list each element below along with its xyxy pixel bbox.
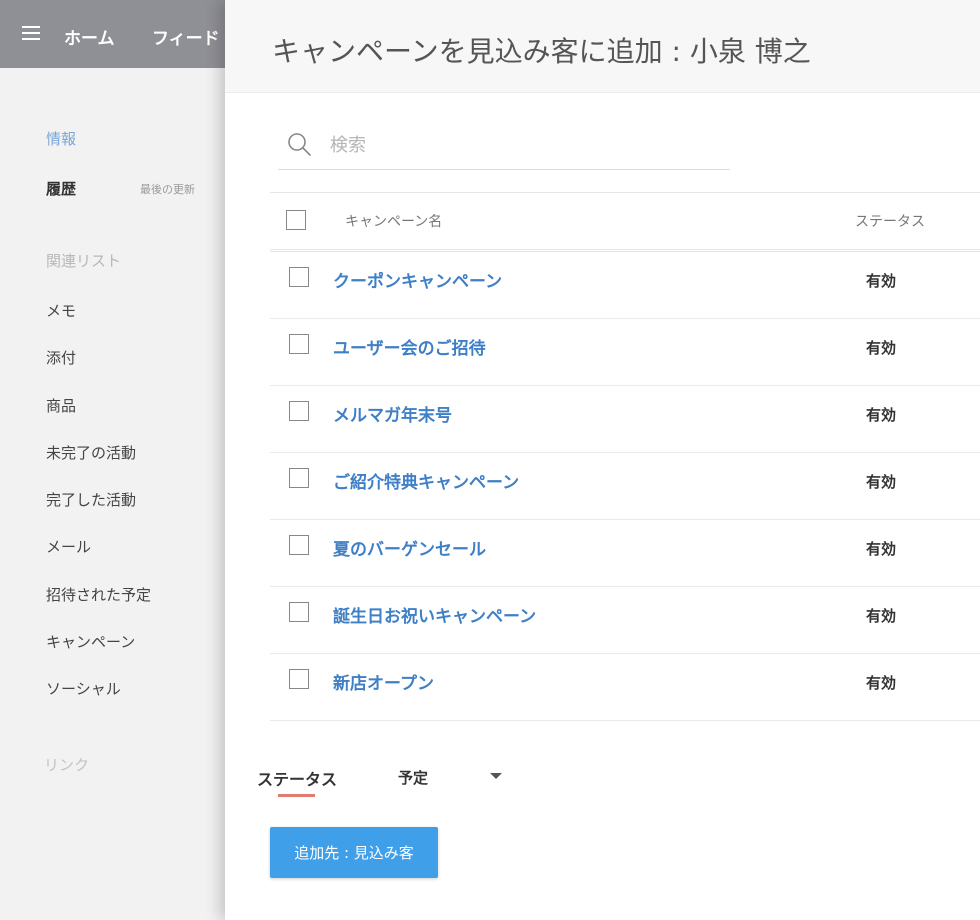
- sidebar-item-products[interactable]: 商品: [46, 395, 151, 442]
- campaign-status: 有効: [866, 540, 897, 558]
- sidebar-item-history[interactable]: 履歴: [46, 178, 76, 199]
- search-box: [278, 125, 730, 170]
- last-updated-label: 最後の更新: [140, 183, 195, 196]
- modal-header: キャンペーンを見込み客に追加 : 小泉 博之: [225, 0, 980, 93]
- row-checkbox[interactable]: [289, 401, 309, 421]
- campaign-status: 有効: [866, 339, 897, 357]
- search-input[interactable]: [328, 131, 712, 159]
- status-field-label: ステータス: [257, 770, 338, 789]
- table-row: メルマガ年末号 有効: [270, 386, 980, 453]
- add-campaign-modal: キャンペーンを見込み客に追加 : 小泉 博之 キャンペーン名 ステータス クーポ…: [225, 0, 980, 920]
- table-row: ご紹介特典キャンペーン 有効: [270, 453, 980, 520]
- campaign-name-link[interactable]: 夏のバーゲンセール: [333, 535, 486, 560]
- campaign-name-link[interactable]: ユーザー会のご招待: [333, 334, 486, 359]
- table-header: キャンペーン名 ステータス: [270, 192, 980, 252]
- row-checkbox[interactable]: [289, 334, 309, 354]
- select-all-checkbox[interactable]: [286, 210, 306, 230]
- nav-home[interactable]: ホーム: [64, 24, 115, 49]
- search-icon: [288, 133, 311, 156]
- record-sidebar: 情報 履歴 最後の更新 関連リスト メモ 添付 商品 未完了の活動 完了した活動…: [0, 68, 225, 920]
- status-field-underline: [278, 794, 315, 797]
- column-header-status[interactable]: ステータス: [855, 211, 925, 231]
- links-header: リンク: [44, 756, 90, 774]
- campaign-status: 有効: [866, 272, 897, 290]
- sidebar-item-memo[interactable]: メモ: [46, 300, 151, 347]
- modal-title: キャンペーンを見込み客に追加 : 小泉 博之: [272, 35, 811, 68]
- campaign-name-link[interactable]: メルマガ年末号: [333, 401, 452, 426]
- sidebar-item-open-activities[interactable]: 未完了の活動: [46, 442, 151, 489]
- table-row: クーポンキャンペーン 有効: [270, 252, 980, 319]
- campaign-name-link[interactable]: 誕生日お祝いキャンペーン: [333, 602, 536, 627]
- table-row: 夏のバーゲンセール 有効: [270, 520, 980, 587]
- row-checkbox[interactable]: [289, 468, 309, 488]
- campaign-status: 有効: [866, 473, 897, 491]
- column-header-campaign-name[interactable]: キャンペーン名: [345, 211, 442, 231]
- campaign-table: キャンペーン名 ステータス クーポンキャンペーン 有効 ユーザー会のご招待 有効…: [270, 192, 980, 721]
- row-checkbox[interactable]: [289, 669, 309, 689]
- add-to-lead-button[interactable]: 追加先 : 見込み客: [270, 827, 438, 878]
- chevron-down-icon[interactable]: [490, 773, 502, 779]
- campaign-status: 有効: [866, 674, 897, 692]
- sidebar-item-invited-events[interactable]: 招待された予定: [46, 584, 151, 631]
- sidebar-item-social[interactable]: ソーシャル: [46, 678, 151, 725]
- campaign-status: 有効: [866, 406, 897, 424]
- row-checkbox[interactable]: [289, 535, 309, 555]
- campaign-name-link[interactable]: ご紹介特典キャンペーン: [333, 468, 519, 493]
- table-row: 誕生日お祝いキャンペーン 有効: [270, 587, 980, 654]
- campaign-name-link[interactable]: クーポンキャンペーン: [333, 267, 502, 292]
- sidebar-item-campaigns[interactable]: キャンペーン: [46, 631, 151, 678]
- sidebar-item-email[interactable]: メール: [46, 536, 151, 583]
- status-dropdown[interactable]: 予定: [398, 767, 428, 788]
- related-list: メモ 添付 商品 未完了の活動 完了した活動 メール 招待された予定 キャンペー…: [46, 300, 151, 726]
- table-row: 新店オープン 有効: [270, 654, 980, 721]
- sidebar-item-info[interactable]: 情報: [46, 128, 76, 149]
- row-checkbox[interactable]: [289, 267, 309, 287]
- table-row: ユーザー会のご招待 有効: [270, 319, 980, 386]
- sidebar-item-attachments[interactable]: 添付: [46, 347, 151, 394]
- hamburger-menu-icon[interactable]: [22, 26, 40, 40]
- row-checkbox[interactable]: [289, 602, 309, 622]
- sidebar-item-completed-activities[interactable]: 完了した活動: [46, 489, 151, 536]
- related-lists-header: 関連リスト: [46, 252, 122, 270]
- campaign-status: 有効: [866, 607, 897, 625]
- campaign-name-link[interactable]: 新店オープン: [333, 669, 434, 694]
- nav-feed[interactable]: フィード: [152, 24, 220, 49]
